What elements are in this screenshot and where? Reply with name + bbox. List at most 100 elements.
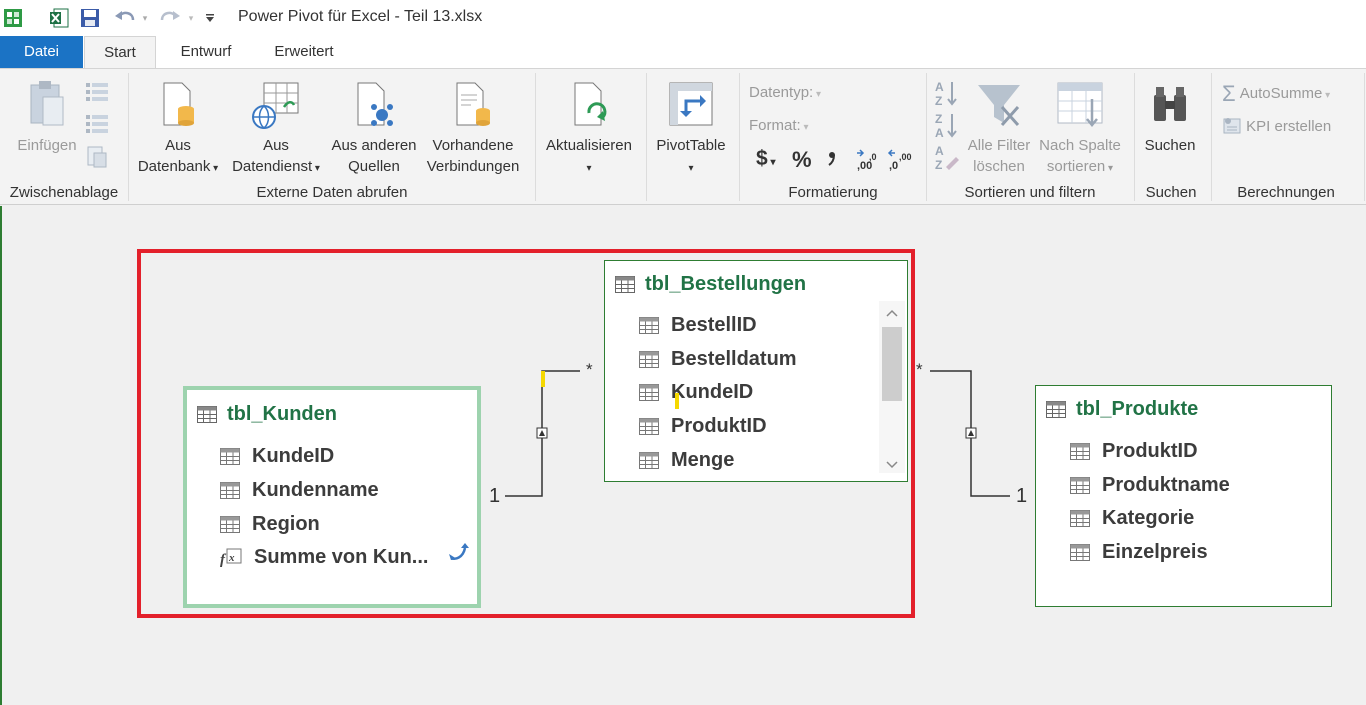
- undo-dropdown-icon[interactable]: ▾: [140, 6, 150, 30]
- table-produkte-header[interactable]: tbl_Produkte: [1046, 394, 1198, 424]
- from-database-label-1: Aus: [165, 137, 191, 154]
- tab-entwurf[interactable]: Entwurf: [164, 36, 248, 68]
- svg-text:,0: ,0: [889, 160, 898, 171]
- table-icon: [197, 405, 217, 423]
- column-row[interactable]: Menge: [639, 445, 734, 475]
- svg-text:x: x: [228, 552, 235, 564]
- column-row[interactable]: Region: [220, 509, 320, 539]
- group-separator: [926, 73, 927, 201]
- scroll-up-icon[interactable]: [885, 305, 899, 323]
- customize-quick-access-icon[interactable]: [202, 6, 218, 30]
- from-database-button[interactable]: Aus Datenbank ▾: [134, 79, 222, 179]
- sort-ascending-icon[interactable]: AZ: [934, 79, 960, 112]
- create-kpi-button[interactable]: KPI erstellen: [1222, 115, 1331, 135]
- table-produkte[interactable]: tbl_Produkte ProduktID Produktname Kateg…: [1035, 385, 1332, 607]
- column-row[interactable]: Einzelpreis: [1070, 537, 1208, 567]
- other-sources-icon: [357, 82, 393, 126]
- svg-text:Z: Z: [935, 158, 942, 171]
- measure-row[interactable]: fx Summe von Kun...: [220, 542, 428, 572]
- comma-icon: [828, 152, 835, 166]
- group-separator: [535, 73, 536, 201]
- svg-text:,0: ,0: [869, 152, 877, 162]
- scroll-down-icon[interactable]: [885, 457, 899, 475]
- svg-text:A: A: [935, 126, 944, 139]
- group-label-sortieren-filtern: Sortieren und filtern: [964, 184, 1096, 201]
- save-icon[interactable]: [77, 6, 103, 30]
- percent-button[interactable]: %: [792, 147, 812, 173]
- from-data-service-button[interactable]: Aus Datendienst ▾: [228, 79, 324, 179]
- tab-start[interactable]: Start: [84, 36, 156, 69]
- table-kunden[interactable]: tbl_Kunden KundeID Kundenname Region fx …: [183, 386, 481, 608]
- format-dropdown[interactable]: Format: ▾: [749, 117, 809, 134]
- sort-descending-icon[interactable]: ZA: [934, 111, 960, 144]
- svg-text:A: A: [935, 144, 944, 158]
- group-label-zwischenablage: Zwischenablage: [9, 184, 119, 201]
- tab-erweitert[interactable]: Erweitert: [258, 36, 350, 68]
- scrollbar[interactable]: [879, 301, 905, 473]
- column-row[interactable]: Kategorie: [1070, 503, 1194, 533]
- kpi-icon: [1223, 118, 1241, 134]
- table-kunden-name: tbl_Kunden: [227, 402, 337, 425]
- scroll-thumb[interactable]: [882, 327, 902, 401]
- paste-button[interactable]: Einfügen: [14, 79, 80, 156]
- column-row[interactable]: Bestelldatum: [639, 344, 797, 374]
- thousands-separator-button[interactable]: [826, 145, 838, 173]
- currency-symbol: $: [756, 147, 768, 170]
- column-row[interactable]: BestellID: [639, 310, 757, 340]
- group-label-berechnungen: Berechnungen: [1237, 184, 1335, 201]
- pivottable-button[interactable]: PivotTable ▾: [652, 79, 730, 179]
- format-painter-icon[interactable]: [84, 145, 110, 174]
- clear-filters-label-2: löschen: [973, 158, 1025, 175]
- ribbon-tabs: Datei Start Entwurf Erweitert: [0, 36, 1366, 69]
- currency-button[interactable]: $ ▾: [756, 147, 776, 171]
- from-other-sources-button[interactable]: Aus anderen Quellen: [328, 79, 420, 177]
- drag-highlight-marker: [675, 393, 679, 409]
- column-row[interactable]: ProduktID: [639, 411, 767, 441]
- column-icon: [1070, 476, 1090, 494]
- increase-decimal-icon[interactable]: ,00,0: [855, 149, 881, 176]
- redo-dropdown-icon[interactable]: ▾: [186, 6, 196, 30]
- window-title: Power Pivot für Excel - Teil 13.xlsx: [238, 8, 483, 25]
- column-row[interactable]: KundeID: [639, 377, 753, 407]
- group-separator: [1134, 73, 1135, 201]
- from-other-sources-label-2: Quellen: [348, 158, 400, 175]
- column-icon: [220, 515, 240, 533]
- undo-icon[interactable]: [110, 6, 140, 30]
- existing-connections-button[interactable]: Vorhandene Verbindungen: [422, 79, 524, 177]
- column-row[interactable]: KundeID: [220, 441, 334, 471]
- copy-icon[interactable]: [84, 111, 110, 140]
- paste-icon: [30, 81, 64, 126]
- column-row[interactable]: Produktname: [1070, 470, 1230, 500]
- from-data-service-label-1: Aus: [263, 137, 289, 154]
- sort-by-column-label-1: Nach Spalte: [1039, 137, 1121, 154]
- svg-text:f: f: [220, 552, 227, 567]
- format-label: Format:: [749, 117, 801, 134]
- column-row[interactable]: ProduktID: [1070, 436, 1198, 466]
- redo-icon[interactable]: [156, 6, 184, 30]
- excel-icon[interactable]: [46, 6, 72, 30]
- column-label: BestellID: [671, 313, 757, 336]
- decrease-decimal-icon[interactable]: ,0,00: [887, 149, 913, 176]
- group-separator: [128, 73, 129, 201]
- column-label: Kundenname: [252, 478, 379, 501]
- column-row[interactable]: Kundenname: [220, 475, 379, 505]
- table-icon: [615, 275, 635, 293]
- cut-icon[interactable]: [84, 79, 110, 108]
- existing-connections-label-2: Verbindungen: [426, 158, 520, 175]
- pivottable-icon: [669, 82, 713, 126]
- column-icon: [639, 350, 659, 368]
- clear-all-filters-button[interactable]: Alle Filter löschen: [962, 79, 1036, 177]
- power-pivot-icon: [0, 6, 26, 30]
- table-bestellungen[interactable]: tbl_Bestellungen BestellID Bestelldatum …: [604, 260, 908, 482]
- datatype-dropdown[interactable]: Datentyp: ▾: [749, 84, 821, 101]
- column-label: Region: [252, 512, 320, 535]
- clear-sort-icon[interactable]: AZ: [934, 143, 960, 176]
- sort-by-column-icon: [1057, 82, 1103, 127]
- sort-by-column-button[interactable]: Nach Spalte sortieren ▾: [1036, 79, 1124, 179]
- find-button[interactable]: Suchen: [1138, 79, 1202, 156]
- table-kunden-header[interactable]: tbl_Kunden: [197, 399, 337, 429]
- tab-datei[interactable]: Datei: [0, 36, 83, 68]
- autosum-button[interactable]: Σ AutoSumme ▾: [1222, 81, 1330, 107]
- table-bestellungen-header[interactable]: tbl_Bestellungen: [615, 269, 806, 299]
- refresh-button[interactable]: Aktualisieren ▾: [541, 79, 637, 179]
